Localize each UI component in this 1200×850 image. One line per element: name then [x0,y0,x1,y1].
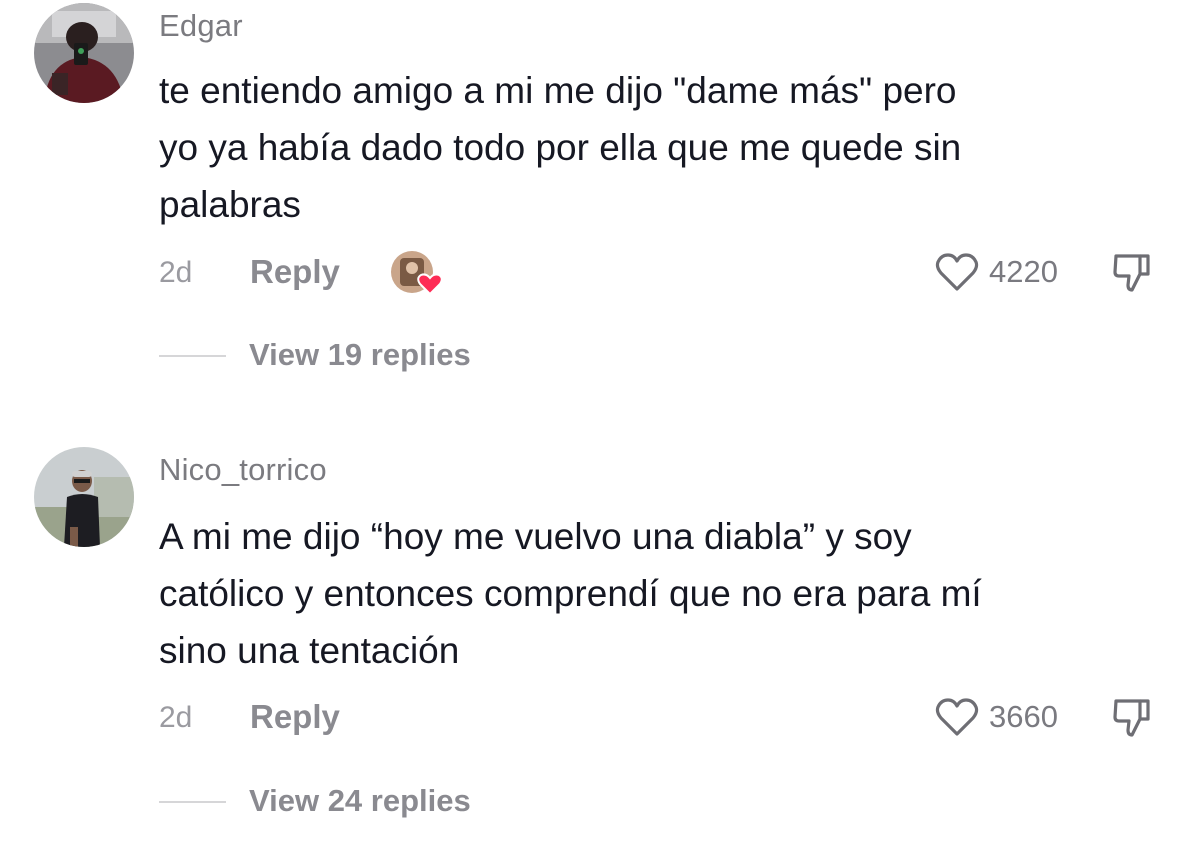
comment-username[interactable]: Edgar [159,8,243,44]
view-replies-button[interactable]: View 24 replies [249,783,471,819]
comment-text-line: católico y entonces comprendí que no era… [159,573,982,614]
like-button[interactable]: 4220 [935,252,1058,292]
comment-timestamp: 2d [159,256,193,289]
comment-text: te entiendo amigo a mi me dijo "dame más… [159,62,1159,233]
thumbs-down-icon [1113,254,1150,292]
divider-line [159,801,226,803]
comment-text: A mi me dijo “hoy me vuelvo una diabla” … [159,508,1159,679]
like-count: 3660 [989,699,1058,734]
dislike-button[interactable] [1110,695,1156,741]
comment-text-line: A mi me dijo “hoy me vuelvo una diabla” … [159,516,912,557]
comment-text-line: yo ya había dado todo por ella que me qu… [159,127,962,168]
reply-button[interactable]: Reply [250,253,340,291]
heart-outline-icon [935,253,979,291]
thumbs-down-icon [1113,699,1150,737]
heart-outline-icon [935,698,979,736]
view-replies-button[interactable]: View 19 replies [249,337,471,373]
divider-line [159,355,226,357]
comment-text-line: te entiendo amigo a mi me dijo "dame más… [159,70,957,111]
comment-text-line: palabras [159,184,301,225]
reply-button[interactable]: Reply [250,698,340,736]
avatar[interactable] [34,447,134,547]
creator-liked-badge [390,250,444,296]
like-count: 4220 [989,254,1058,289]
comment-timestamp: 2d [159,701,193,734]
avatar[interactable] [34,3,134,103]
like-button[interactable]: 3660 [935,697,1058,737]
red-heart-icon [417,273,443,296]
comment-username[interactable]: Nico_torrico [159,452,327,488]
comment-text-line: sino una tentación [159,630,460,671]
dislike-button[interactable] [1110,250,1156,296]
